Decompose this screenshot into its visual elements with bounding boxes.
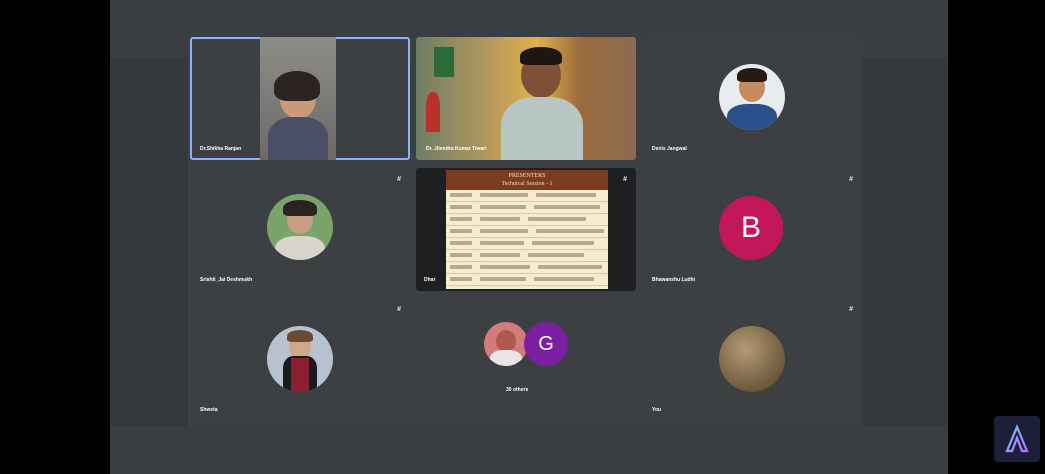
participant-name: Bhawanshu Ludhi [652, 277, 696, 283]
presentation-slide: PRESENTERS Technical Session - 1 [446, 170, 608, 289]
others-tile[interactable]: G 30 others [416, 298, 636, 421]
mic-muted-icon: # [849, 306, 853, 313]
participant-name: You [652, 407, 662, 413]
participant-tile[interactable]: # Srishti_Jai Deshmukh [190, 168, 410, 291]
participant-name: Dhar [424, 277, 436, 283]
mic-muted-icon: # [623, 176, 627, 183]
app-logo [994, 416, 1040, 462]
participant-name: Shweta [200, 407, 218, 413]
presentation-tile[interactable]: # PRESENTERS Technical Session - 1 Dhar [416, 168, 636, 291]
participant-tile[interactable]: Dr.Shikha Ranjan [190, 37, 410, 160]
participant-tile[interactable]: Denis Jangwal [642, 37, 862, 160]
participant-avatar [267, 326, 333, 392]
participant-name: Srishti_Jai Deshmukh [200, 277, 253, 283]
participant-avatar [267, 194, 333, 260]
participant-avatar: B [719, 196, 783, 260]
left-margin [110, 58, 188, 426]
participant-avatar [484, 322, 528, 366]
participant-avatar [719, 64, 785, 130]
mic-muted-icon: # [849, 176, 853, 183]
participant-avatar: G [524, 322, 568, 366]
participant-name: Dr. Jitendra Kumar Tiwari [426, 146, 487, 152]
bottom-bar [110, 426, 948, 474]
participant-tile[interactable]: Dr. Jitendra Kumar Tiwari [416, 37, 636, 160]
participant-video [416, 37, 636, 160]
participant-avatar [719, 326, 785, 392]
slide-title: PRESENTERS Technical Session - 1 [446, 170, 608, 190]
mic-muted-icon: # [397, 176, 401, 183]
app-logo-icon [1005, 424, 1029, 453]
participant-tile[interactable]: # B Bhawanshu Ludhi [642, 168, 862, 291]
participant-name: 30 others [506, 387, 529, 393]
participant-tile[interactable]: # Shweta [190, 298, 410, 421]
participant-name: Denis Jangwal [652, 146, 687, 152]
right-margin [862, 58, 948, 426]
participant-video [260, 37, 336, 160]
meeting-stage: Dr.Shikha Ranjan Dr. Jitendra Kumar Tiwa… [110, 0, 948, 474]
participant-tile[interactable]: # You [642, 298, 862, 421]
mic-muted-icon: # [397, 306, 401, 313]
participant-name: Dr.Shikha Ranjan [200, 146, 242, 152]
